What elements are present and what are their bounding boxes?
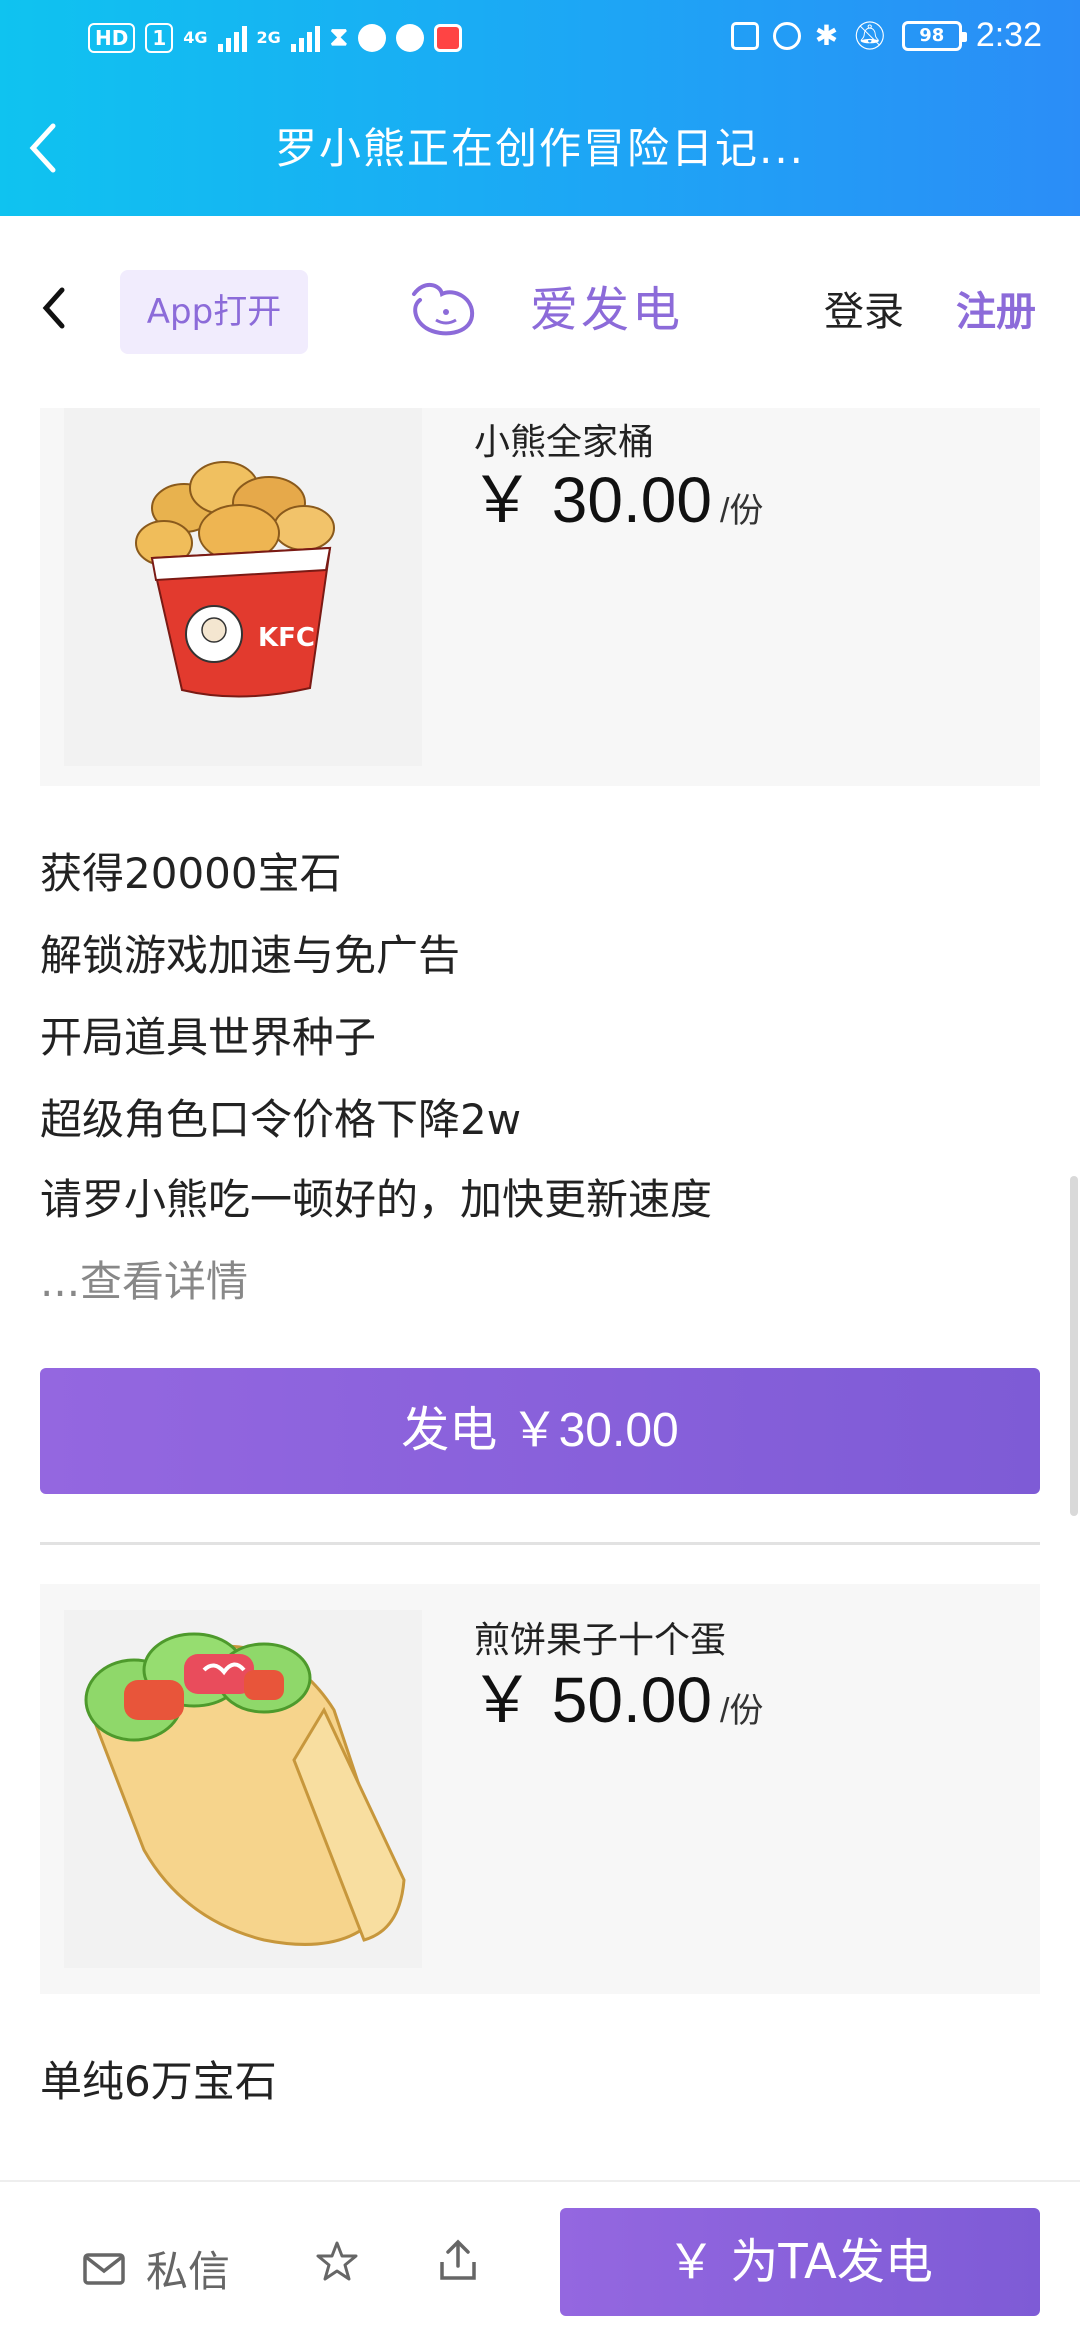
- network-label-2: 2G: [256, 27, 281, 47]
- status-time: 2:32: [975, 16, 1042, 54]
- app-header-bar: HD 1 4G 2G ⧗ ✱ 🔕︎ 98 2:32 罗小熊正在创作冒险日记...: [0, 0, 1080, 216]
- page-scrollbar[interactable]: [1070, 1176, 1078, 1516]
- nfc-icon: [730, 21, 759, 50]
- hourglass-icon: ⧗: [329, 22, 349, 52]
- tier-description-line: 超级角色口令价格下降2w: [40, 1095, 522, 1144]
- private-message-label: 私信: [146, 2247, 231, 2296]
- signal-icon-2: [290, 24, 320, 52]
- chevron-left-icon: [42, 287, 65, 329]
- signal-icon: [217, 24, 247, 52]
- login-link[interactable]: 登录: [824, 282, 904, 342]
- mute-icon: 🔕︎: [852, 19, 888, 52]
- tier-price-value: ￥ 30.00: [470, 464, 712, 536]
- tier-pay-button[interactable]: 发电 ￥30.00: [40, 1368, 1040, 1494]
- tier-price-unit: /份: [719, 492, 764, 530]
- tier-price-value: ￥ 50.00: [470, 1664, 712, 1736]
- nav-back-button[interactable]: [40, 276, 80, 340]
- tier-image: KFC: [64, 408, 422, 766]
- tier-description-line: 单纯6万宝石: [40, 2057, 277, 2106]
- page-title: 罗小熊正在创作冒险日记...: [274, 124, 806, 173]
- tier-image: [64, 1610, 422, 1968]
- fried-chicken-bucket-icon: KFC: [135, 461, 335, 698]
- network-label-1: 4G: [183, 27, 208, 47]
- share-button[interactable]: [438, 2238, 478, 2286]
- tier-price-unit: /份: [719, 1692, 764, 1730]
- status-bar: HD 1 4G 2G ⧗ ✱ 🔕︎ 98 2:32: [0, 0, 1080, 80]
- svg-text:KFC: KFC: [258, 623, 315, 653]
- tier-price: ￥ 30.00/份: [470, 460, 763, 551]
- afdian-logo-icon: [406, 276, 480, 340]
- bluetooth-icon: ✱: [814, 19, 839, 52]
- tier-description-line: 获得20000宝石: [40, 849, 342, 898]
- tier-name: 煎饼果子十个蛋: [474, 1620, 727, 1661]
- private-message-button[interactable]: 私信: [82, 2238, 230, 2299]
- book-app-icon: [434, 23, 463, 52]
- jianbing-wrap-icon: [84, 1632, 406, 1946]
- share-icon: [440, 2239, 476, 2280]
- status-left: HD 1 4G 2G ⧗: [88, 22, 463, 53]
- tier-divider: [40, 1542, 1040, 1545]
- status-right: ✱ 🔕︎ 98 2:32: [730, 16, 1042, 55]
- bottom-action-bar: 私信 ￥ 为TA发电: [0, 2180, 1080, 2340]
- app-notification-icon-2: [396, 23, 425, 52]
- app-notification-icon: [358, 23, 387, 52]
- favorite-button[interactable]: [316, 2240, 358, 2286]
- open-in-app-button[interactable]: App打开: [120, 270, 308, 354]
- tier-description-line: 解锁游戏加速与免广告: [40, 931, 461, 980]
- tier-description-line: 请罗小熊吃一顿好的，加快更新速度: [40, 1175, 713, 1224]
- view-details-link[interactable]: ...查看详情: [40, 1254, 248, 1310]
- tier-price: ￥ 50.00/份: [470, 1660, 763, 1751]
- star-icon: [316, 2241, 358, 2281]
- register-link[interactable]: 注册: [956, 282, 1036, 342]
- tier-card[interactable]: 煎饼果子十个蛋 ￥ 50.00/份: [40, 1584, 1040, 1994]
- mail-icon: [83, 2252, 125, 2285]
- tier-card[interactable]: KFC 小熊全家桶 ￥ 30.00/份: [40, 408, 1040, 786]
- support-creator-button[interactable]: ￥ 为TA发电: [560, 2208, 1040, 2316]
- site-nav: App打开 爱发电 登录 注册: [0, 216, 1080, 406]
- battery-indicator: 98: [901, 20, 967, 51]
- hd-badge: HD: [88, 22, 136, 53]
- alarm-icon: [772, 21, 801, 50]
- site-logo-text[interactable]: 爱发电: [530, 280, 683, 340]
- sim-badge: 1: [145, 22, 174, 53]
- tier-description-line: 开局道具世界种子: [40, 1013, 377, 1062]
